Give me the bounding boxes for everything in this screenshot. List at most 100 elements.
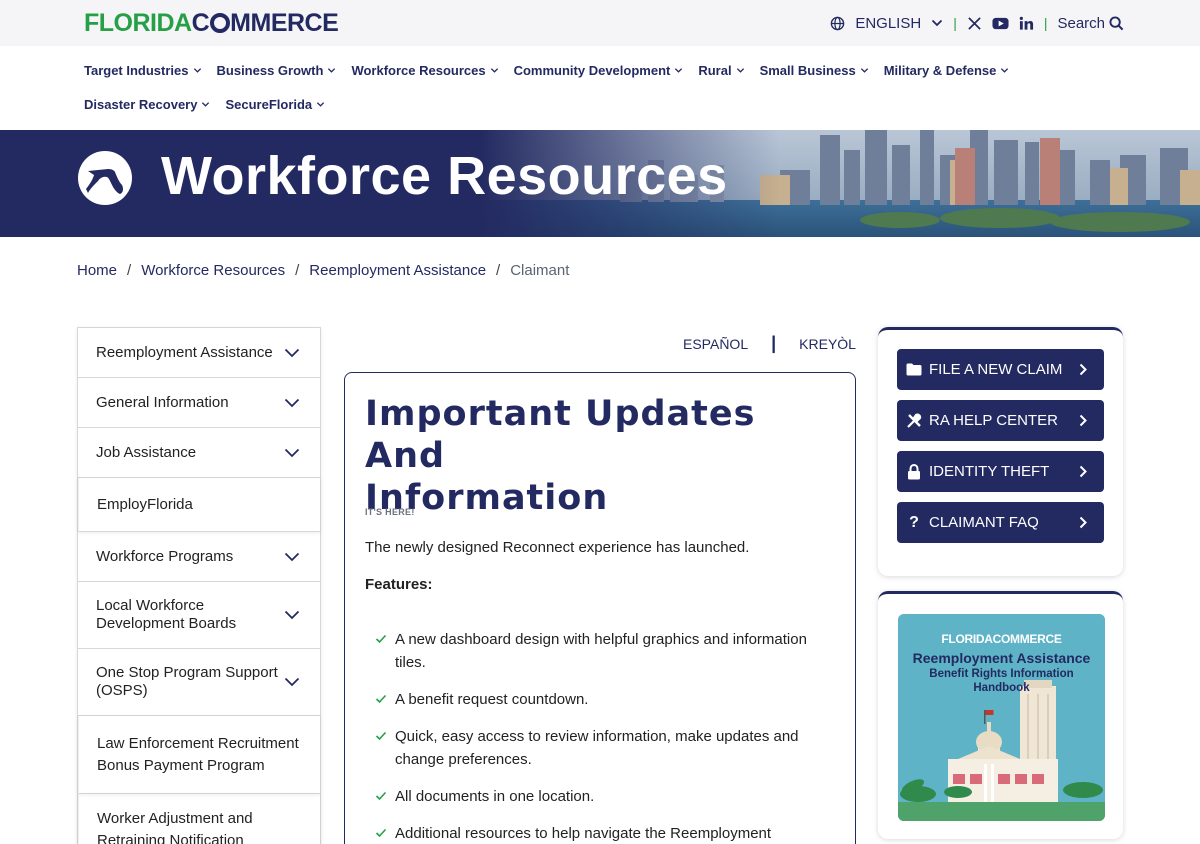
ra-help-center-button[interactable]: RA HELP CENTER — [897, 400, 1104, 441]
tools-icon — [906, 413, 922, 429]
sidebar-item-osps[interactable]: One Stop Program Support (OSPS) — [78, 649, 320, 716]
list-item: A benefit request countdown. — [375, 688, 815, 711]
chevron-down-icon — [317, 101, 325, 107]
sidebar-item-label: Workforce Programs — [96, 547, 234, 565]
chevron-right-icon — [1079, 516, 1087, 529]
file-new-claim-button[interactable]: FILE A NEW CLAIM — [897, 349, 1104, 390]
sidebar-item-workforce-programs[interactable]: Workforce Programs — [78, 532, 320, 582]
nav-item-small-business[interactable]: Small Business — [760, 61, 869, 79]
quick-links-card: FILE A NEW CLAIM RA HELP CENTER IDENTITY… — [878, 327, 1123, 576]
check-icon — [375, 828, 387, 838]
question-icon: ? — [909, 513, 919, 531]
espanol-link[interactable]: ESPAÑOL — [683, 336, 748, 352]
sidebar-item-reemployment-assistance[interactable]: Reemployment Assistance — [78, 328, 320, 378]
breadcrumb-separator: / — [496, 262, 501, 279]
nav-item-rural[interactable]: Rural — [698, 61, 744, 79]
nav-item-target-industries[interactable]: Target Industries — [84, 61, 202, 79]
chevron-down-icon — [1001, 67, 1009, 73]
nav-item-disaster-recovery[interactable]: Disaster Recovery — [84, 95, 210, 113]
breadcrumb-workforce-resources[interactable]: Workforce Resources — [141, 262, 285, 279]
floridacommerce-logo[interactable]: FLORIDAC MMERCE — [84, 9, 339, 37]
sidebar-item-warn[interactable]: Worker Adjustment and Retraining Notifica… — [78, 794, 320, 844]
chevron-down-icon — [193, 67, 201, 73]
nav-item-community-development[interactable]: Community Development — [514, 61, 684, 79]
lead-paragraph: The newly designed Reconnect experience … — [365, 539, 750, 556]
language-label: ENGLISH — [855, 14, 922, 32]
breadcrumb-separator: / — [295, 262, 300, 279]
chevron-down-icon — [202, 101, 210, 107]
chevron-right-icon — [1079, 363, 1087, 376]
features-heading: Features: — [365, 576, 433, 593]
sidebar-item-label: One Stop Program Support (OSPS) — [96, 664, 278, 699]
handbook-logo: FLORIDACOMMERCE — [941, 632, 1062, 646]
logo-o-mark — [210, 13, 231, 33]
sidebar-item-law-enforcement-bonus[interactable]: Law Enforcement Recruitment Bonus Payment… — [78, 716, 320, 794]
search-button[interactable]: Search — [1057, 15, 1124, 32]
folder-icon — [906, 362, 922, 378]
check-icon — [375, 791, 387, 801]
features-list: A new dashboard design with helpful grap… — [375, 628, 815, 844]
updates-heading: Important Updates And Information — [365, 394, 756, 518]
globe-icon — [831, 16, 845, 30]
divider: | — [771, 333, 777, 353]
breadcrumb-current: Claimant — [510, 262, 570, 279]
language-links: ESPAÑOL | KREYÒL — [683, 333, 856, 354]
sidebar-item-job-assistance[interactable]: Job Assistance — [78, 428, 320, 478]
language-selector[interactable]: ENGLISH — [830, 15, 943, 32]
chevron-down-icon — [284, 398, 300, 407]
handbook-subtitle: Benefit Rights Information Handbook — [929, 668, 1074, 694]
chevron-down-icon — [675, 67, 683, 73]
list-item: All documents in one location. — [375, 785, 815, 808]
chevron-down-icon — [736, 67, 744, 73]
check-icon — [375, 731, 387, 741]
nav-item-workforce-resources[interactable]: Workforce Resources — [351, 61, 498, 79]
handbook-cover-image[interactable]: FLORIDACOMMERCE Reemployment Assistance … — [898, 614, 1105, 821]
sidebar-item-local-workforce-boards[interactable]: Local Workforce Development Boards — [78, 582, 320, 649]
identity-theft-button[interactable]: IDENTITY THEFT — [897, 451, 1104, 492]
sidebar-item-label: Law Enforcement Recruitment Bonus Payment… — [97, 734, 299, 774]
chevron-down-icon — [932, 19, 943, 27]
nav-item-secureflorida[interactable]: SecureFlorida — [225, 95, 325, 113]
updates-card: Important Updates And Information IT'S HE… — [344, 372, 856, 844]
sidebar-item-label: Reemployment Assistance — [96, 343, 273, 361]
check-icon — [375, 634, 387, 644]
florida-shape-icon — [86, 169, 124, 194]
sidebar-item-employflorida[interactable]: EmployFlorida — [78, 478, 320, 532]
kreyol-link[interactable]: KREYÒL — [799, 336, 856, 352]
page-title: Workforce Resources — [161, 146, 728, 206]
search-label: Search — [1057, 14, 1105, 32]
breadcrumb: Home / Workforce Resources / Reemploymen… — [77, 262, 569, 279]
breadcrumb-reemployment-assistance[interactable]: Reemployment Assistance — [309, 262, 486, 279]
divider: | — [1043, 15, 1048, 31]
chevron-right-icon — [1079, 465, 1087, 478]
sidebar-item-label: Worker Adjustment and Retraining Notifica… — [97, 810, 253, 844]
top-bar: FLORIDAC MMERCE ENGLISH | | Search — [0, 0, 1200, 46]
youtube-icon[interactable] — [992, 17, 1009, 30]
handbook-title: Reemployment Assistance — [912, 650, 1091, 666]
x-icon[interactable] — [967, 16, 982, 31]
chevron-down-icon — [284, 448, 300, 457]
sidebar-nav: Reemployment Assistance General Informat… — [77, 327, 321, 844]
sidebar-item-label: Local Workforce Development Boards — [96, 597, 237, 632]
nav-item-business-growth[interactable]: Business Growth — [217, 61, 337, 79]
eyebrow-label: IT'S HERE! — [365, 507, 415, 517]
button-label: RA HELP CENTER — [929, 412, 1058, 429]
social-links — [967, 16, 1034, 31]
chevron-down-icon — [860, 67, 868, 73]
breadcrumb-home[interactable]: Home — [77, 262, 117, 279]
chevron-down-icon — [284, 677, 300, 687]
list-item: A new dashboard design with helpful grap… — [375, 628, 815, 674]
sidebar-item-general-information[interactable]: General Information — [78, 378, 320, 428]
claimant-faq-button[interactable]: ? CLAIMANT FAQ — [897, 502, 1104, 543]
sidebar-item-label: EmployFlorida — [97, 495, 193, 513]
nav-item-military-defense[interactable]: Military & Defense — [884, 61, 1010, 79]
divider: | — [953, 15, 957, 31]
chevron-down-icon — [328, 67, 336, 73]
button-label: IDENTITY THEFT — [929, 463, 1050, 480]
sidebar-item-label: Job Assistance — [96, 443, 197, 461]
button-label: CLAIMANT FAQ — [929, 514, 1039, 531]
list-item: Additional resources to help navigate th… — [375, 822, 815, 844]
list-item: Quick, easy access to review information… — [375, 725, 815, 771]
chevron-down-icon — [490, 67, 498, 73]
linkedin-icon[interactable] — [1019, 16, 1034, 31]
